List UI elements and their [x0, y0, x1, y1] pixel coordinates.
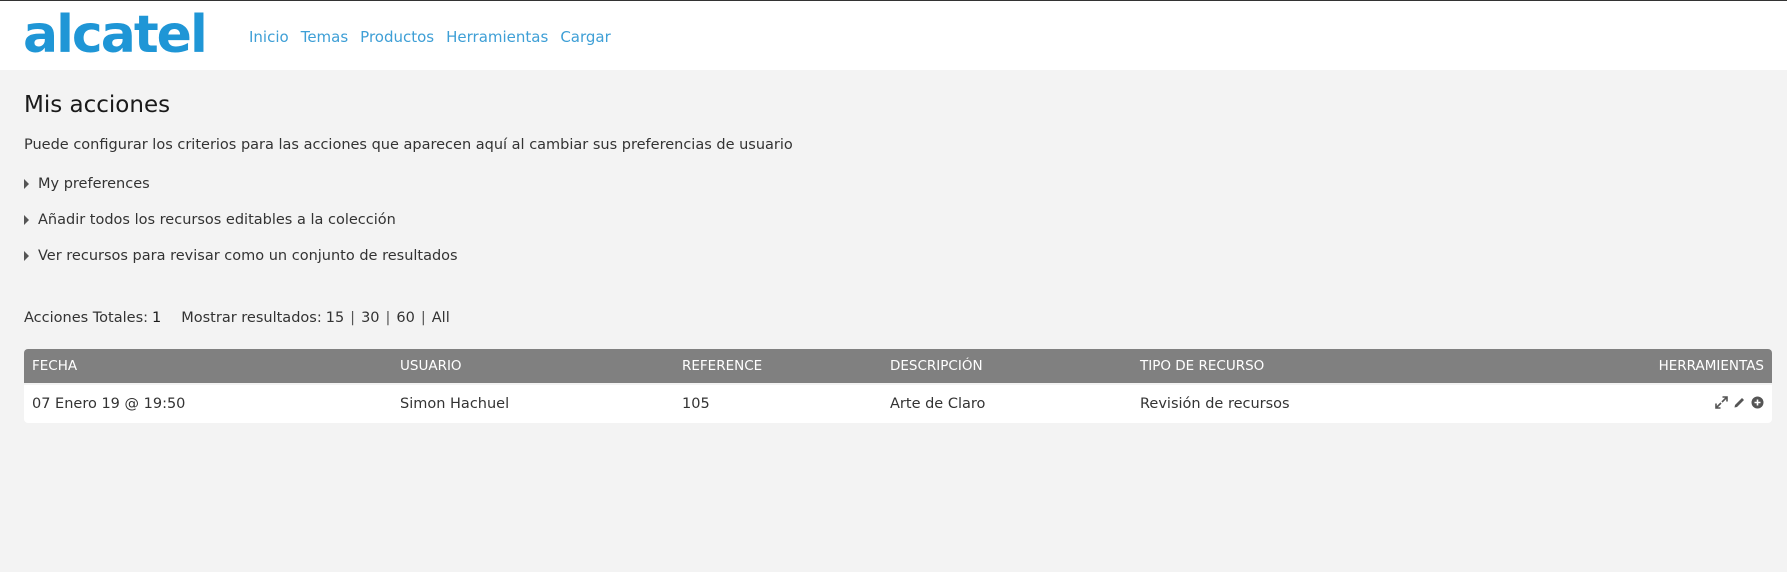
- caret-right-icon: [24, 215, 29, 225]
- toggle-label: My preferences: [38, 176, 150, 192]
- col-reference[interactable]: REFERENCE: [682, 358, 762, 374]
- cell-usuario: Simon Hachuel: [400, 396, 510, 412]
- toggle-view-review-resources[interactable]: Ver recursos para revisar como un conjun…: [24, 248, 458, 264]
- cell-reference: 105: [682, 396, 710, 412]
- show-results-label: Mostrar resultados:: [181, 310, 322, 326]
- total-value: 1: [152, 310, 162, 326]
- cell-fecha: 07 Enero 19 @ 19:50: [32, 396, 186, 412]
- caret-right-icon: [24, 179, 29, 189]
- separator: |: [350, 310, 356, 326]
- cell-descripcion: Arte de Claro: [890, 396, 986, 412]
- col-descripcion[interactable]: DESCRIPCIÓN: [890, 358, 983, 374]
- alcatel-logo[interactable]: alcatel: [23, 9, 223, 61]
- intro-text: Puede configurar los criterios para las …: [24, 137, 793, 153]
- results-stats: Acciones Totales: 1 Mostrar resultados: …: [24, 310, 450, 326]
- pencil-icon[interactable]: [1732, 395, 1746, 409]
- logo-graphic: alcatel: [23, 9, 208, 61]
- total-label: Acciones Totales:: [24, 310, 149, 326]
- top-header: alcatel Inicio Temas Productos Herramien…: [0, 0, 1787, 70]
- expand-icon[interactable]: [1714, 395, 1728, 409]
- nav-item-cargar[interactable]: Cargar: [560, 28, 610, 46]
- svg-text:alcatel: alcatel: [23, 9, 206, 61]
- actions-table: FECHA USUARIO REFERENCE DESCRIPCIÓN TIPO…: [24, 349, 1772, 423]
- caret-right-icon: [24, 251, 29, 261]
- per-page-30[interactable]: 30: [361, 310, 379, 326]
- page-title: Mis acciones: [24, 92, 171, 118]
- col-tipo-recurso[interactable]: TIPO DE RECURSO: [1140, 358, 1264, 374]
- col-herramientas: HERRAMIENTAS: [1658, 358, 1764, 374]
- toggle-my-preferences[interactable]: My preferences: [24, 176, 150, 192]
- cell-tipo: Revisión de recursos: [1140, 396, 1290, 412]
- nav-item-inicio[interactable]: Inicio: [249, 28, 289, 46]
- separator: |: [420, 310, 426, 326]
- separator: |: [385, 310, 391, 326]
- per-page-all[interactable]: All: [432, 310, 450, 326]
- nav-item-productos[interactable]: Productos: [360, 28, 434, 46]
- main-nav: Inicio Temas Productos Herramientas Carg…: [249, 28, 611, 46]
- table-header: FECHA USUARIO REFERENCE DESCRIPCIÓN TIPO…: [24, 349, 1772, 383]
- per-page-15[interactable]: 15: [326, 310, 344, 326]
- toggle-label: Ver recursos para revisar como un conjun…: [38, 248, 458, 264]
- plus-circle-icon[interactable]: [1750, 395, 1764, 409]
- toggle-add-editable-resources[interactable]: Añadir todos los recursos editables a la…: [24, 212, 396, 228]
- row-tools: [1714, 395, 1764, 409]
- table-row[interactable]: 07 Enero 19 @ 19:50 Simon Hachuel 105 Ar…: [24, 383, 1772, 423]
- toggle-label: Añadir todos los recursos editables a la…: [38, 212, 396, 228]
- col-fecha[interactable]: FECHA: [32, 358, 77, 374]
- per-page-60[interactable]: 60: [396, 310, 414, 326]
- col-usuario[interactable]: USUARIO: [400, 358, 462, 374]
- nav-item-herramientas[interactable]: Herramientas: [446, 28, 548, 46]
- nav-item-temas[interactable]: Temas: [301, 28, 348, 46]
